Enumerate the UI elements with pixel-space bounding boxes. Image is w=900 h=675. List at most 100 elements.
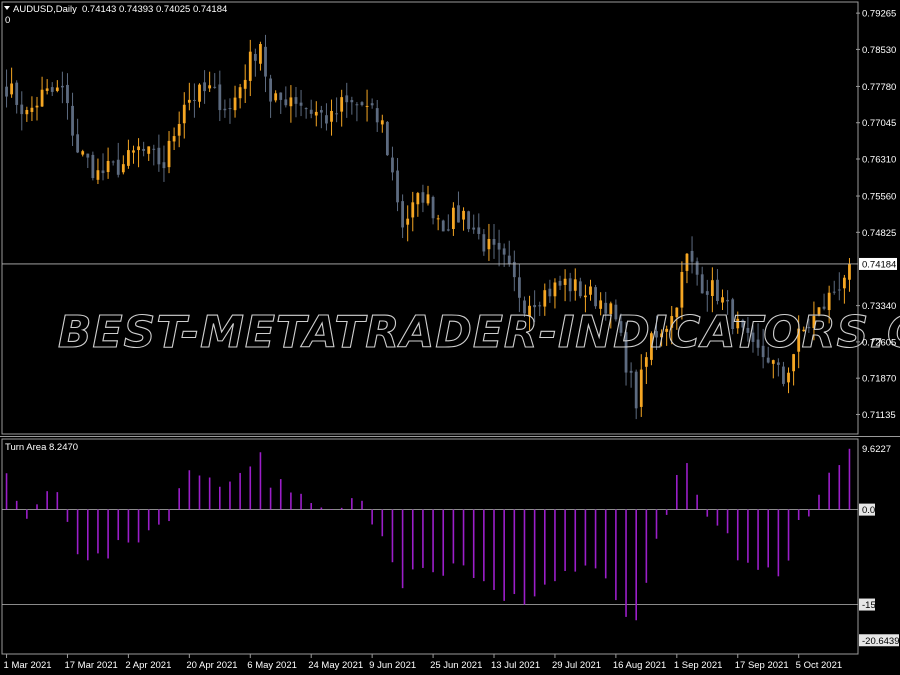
candle-body (482, 234, 486, 252)
candle (233, 85, 237, 118)
candle-body (76, 134, 80, 153)
candle (71, 92, 74, 146)
candle-body (228, 108, 232, 110)
candle (177, 111, 181, 148)
candle-body (274, 93, 278, 101)
candle-body (218, 84, 222, 111)
candle (792, 353, 796, 386)
time-tick-label: 1 Sep 2021 (674, 660, 723, 671)
candle (60, 71, 64, 104)
candle (259, 41, 262, 71)
candle (492, 224, 496, 259)
candle-body (848, 263, 851, 280)
candle (330, 99, 333, 136)
candle-body (304, 108, 308, 110)
candle-body (563, 278, 567, 285)
candle-body (629, 370, 633, 373)
candle-body (243, 79, 247, 89)
candle-body (518, 277, 521, 298)
price-tick-label: 0.71135 (862, 410, 896, 421)
candle (121, 155, 125, 175)
time-tick-label: 29 Jul 2021 (552, 660, 601, 671)
candle-body (25, 109, 29, 115)
candle-body (182, 104, 186, 124)
candle-body (30, 107, 34, 112)
candle-body (553, 282, 557, 297)
candle (299, 89, 303, 117)
candle (385, 120, 389, 156)
candle (340, 89, 344, 127)
level-tag-label: -15 (862, 600, 876, 611)
candle (396, 157, 399, 212)
price-tick-label: 0.76310 (862, 155, 896, 166)
candle-body (319, 110, 323, 113)
candle-body (832, 291, 836, 293)
candle-body (446, 229, 450, 231)
chart-canvas: BEST-METATRADER-INDICATORS.COM AUDUSD,Da… (0, 1, 900, 671)
price-tick-label: 0.72605 (862, 337, 896, 348)
candle-body (325, 115, 328, 124)
candle-body (162, 162, 166, 169)
candle-body (147, 146, 151, 154)
candle-body (299, 102, 303, 106)
candle (111, 160, 115, 166)
candle (457, 191, 460, 223)
candle (187, 82, 191, 111)
candle-body (106, 160, 110, 173)
candle (253, 48, 257, 77)
candle-body (360, 102, 364, 106)
candle-body (81, 151, 85, 155)
candles (5, 34, 851, 420)
candle (837, 272, 841, 301)
candle (350, 96, 354, 115)
candle (472, 214, 476, 234)
candle (497, 229, 501, 267)
indicator-axis: 9.6227 0.00 -15 -20.6439 (859, 444, 900, 647)
candle-body (690, 250, 694, 262)
candle-body (680, 271, 684, 308)
price-tick-label: 0.79265 (862, 9, 896, 20)
candle-body (137, 146, 140, 151)
candle-body (289, 97, 293, 107)
candle (213, 73, 217, 89)
candle-body (20, 104, 24, 115)
candle (91, 151, 95, 181)
candle-body (842, 277, 846, 289)
candle-body (436, 218, 440, 220)
candle-body (269, 78, 272, 102)
candle-body (177, 124, 181, 136)
candle (441, 219, 445, 232)
candle-body (457, 205, 460, 223)
candle (284, 86, 288, 108)
candle (137, 138, 140, 168)
candle-body (198, 84, 201, 102)
candle-body (467, 211, 471, 230)
price-axis: 0.79265 0.78530 0.77780 0.77045 0.76310 0.755… (856, 9, 897, 421)
price-tick-label: 0.71870 (862, 374, 896, 385)
candle (685, 252, 689, 284)
candle-body (238, 87, 242, 99)
time-tick-label: 5 Oct 2021 (796, 660, 842, 671)
candle (426, 185, 430, 206)
candle (558, 275, 562, 291)
price-tick-label: 0.78530 (862, 45, 896, 56)
candle-body (40, 89, 44, 107)
triangle-down-icon[interactable] (4, 6, 10, 10)
time-tick-label: 1 Mar 2021 (4, 660, 52, 671)
candle-body (451, 207, 455, 229)
candle-body (548, 288, 552, 297)
price-tick-label: 0.75560 (862, 192, 896, 203)
candle (690, 236, 694, 274)
candle (142, 141, 146, 157)
candle-body (700, 274, 704, 294)
time-tick-label: 25 Jun 2021 (430, 660, 482, 671)
indicator-levels (2, 509, 858, 605)
chart-header: AUDUSD,Daily 0.74143 0.74393 0.74025 0.7… (4, 4, 227, 26)
candle (700, 266, 704, 294)
price-tick-label: 0.74825 (862, 228, 896, 239)
price-tick-label: 0.77780 (862, 82, 896, 93)
candle-body (248, 51, 252, 81)
candle (573, 268, 577, 301)
candle (162, 145, 166, 182)
time-tick-label: 6 May 2021 (247, 660, 297, 671)
